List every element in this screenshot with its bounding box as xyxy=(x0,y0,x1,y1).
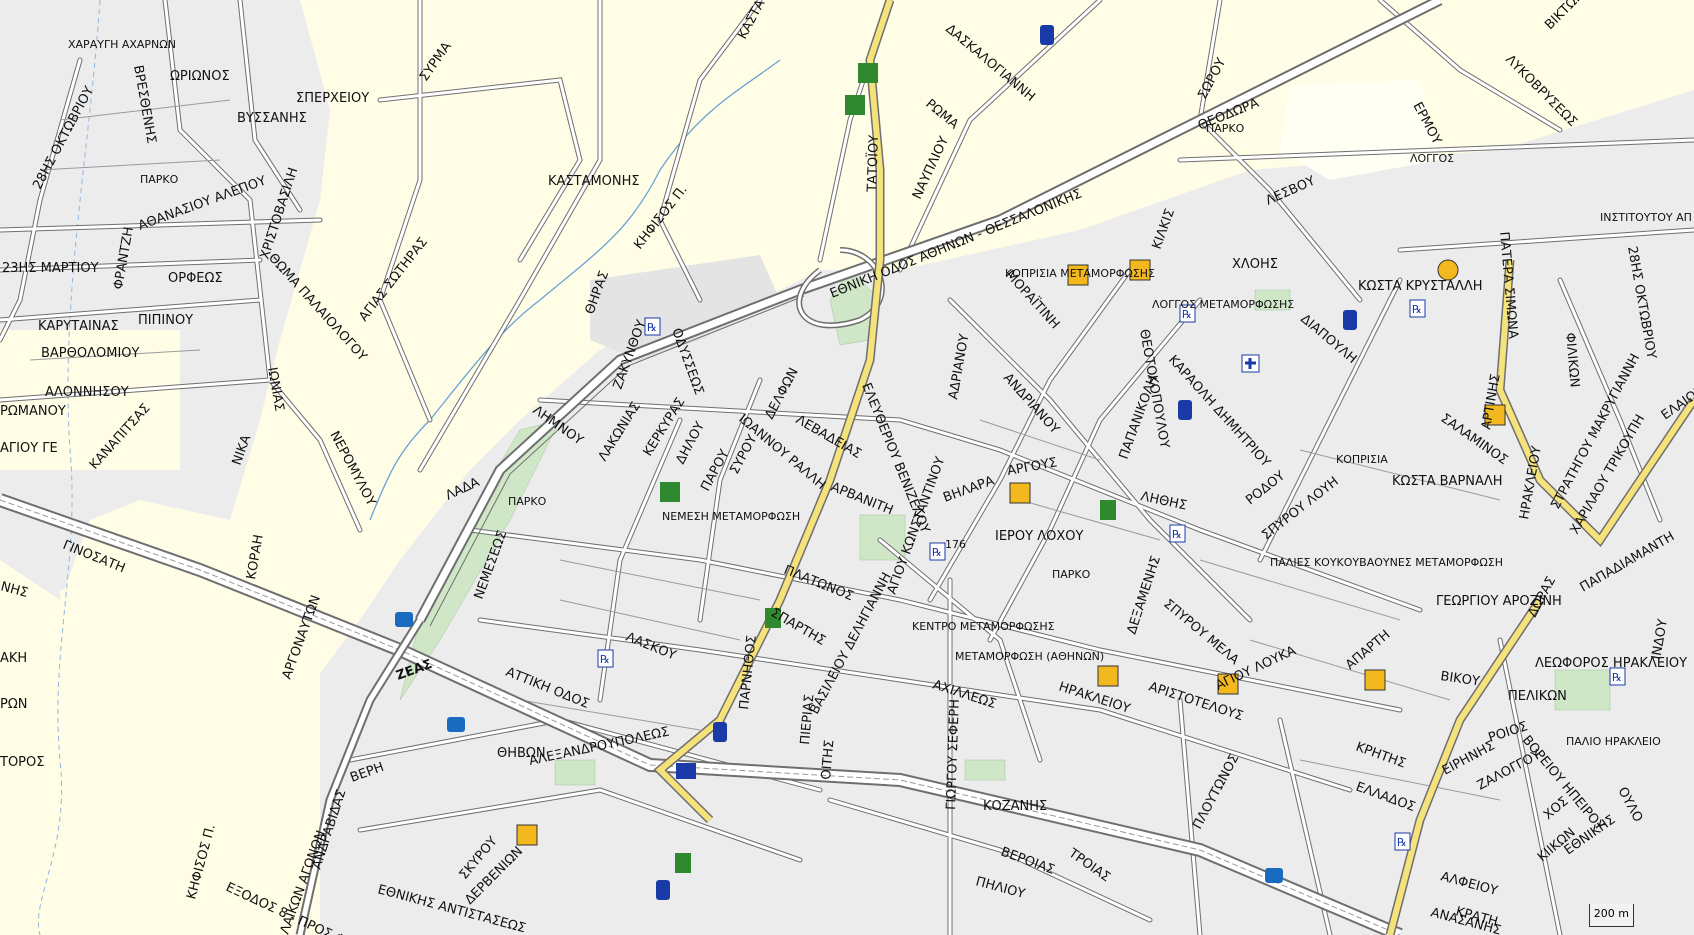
svg-text:℞: ℞ xyxy=(932,546,942,559)
street-label: ΑΛΟΝΝΗΣΟΥ xyxy=(45,385,129,400)
street-label: ΠΕΛΙΚΩΝ xyxy=(1508,689,1567,704)
fuel-station-icon[interactable] xyxy=(1178,400,1192,420)
place-label: ΠΑΡΚΟ xyxy=(1206,122,1245,135)
street-label: ΟΡΦΕΩΣ xyxy=(168,271,223,286)
street-label: ΡΩΜΑΝΟΥ xyxy=(0,404,66,419)
place-label: ΚΟΠΡΙΣΙΑ xyxy=(1336,453,1388,466)
bank-icon[interactable] xyxy=(675,853,691,873)
fuel-station-icon[interactable] xyxy=(713,722,727,742)
place-label: ΙΝΣΤΙΤΟΥΤΟΥ ΑΠ xyxy=(1600,211,1692,224)
place-label: 176 xyxy=(945,538,966,551)
shopping-cart-icon[interactable] xyxy=(1009,482,1031,504)
place-label: ΠΑΛΙΕΣ ΚΟΥΚΟΥΒΑΟΥΝΕΣ ΜΕΤΑΜΟΡΦΩΣΗ xyxy=(1270,556,1503,569)
street-label: ΚΟΖΑΝΗΣ xyxy=(983,799,1047,814)
bus-stop-icon[interactable] xyxy=(676,763,696,779)
street-label: ΩΡΙΩΝΟΣ xyxy=(170,69,230,84)
street-label: ΚΩΣΤΑ ΚΡΥΣΤΑΛΛΗ xyxy=(1358,279,1483,294)
lodging-icon[interactable] xyxy=(660,482,680,502)
place-label: ΠΑΛΙΟ ΗΡΑΚΛΕΙΟ xyxy=(1566,735,1661,748)
place-label: ΛΟΓΓΟΣ xyxy=(1410,152,1454,165)
place-label: ΜΕΤΑΜΟΡΦΩΣΗ (ΑΘΗΝΩΝ) xyxy=(955,650,1104,663)
street-label: ΡΩΝ xyxy=(0,697,28,712)
lodging-icon[interactable] xyxy=(845,95,865,115)
pharmacy-icon[interactable]: ℞ xyxy=(929,542,946,561)
fuel-station-icon[interactable] xyxy=(1040,25,1054,45)
hospital-icon[interactable] xyxy=(1241,354,1260,373)
street-label: ΚΑΣΤΑΜΟΝΗΣ xyxy=(548,174,640,189)
place-label: ΚΕΝΤΡΟ ΜΕΤΑΜΟΡΦΩΣΗΣ xyxy=(912,620,1055,633)
shopping-cart-icon[interactable] xyxy=(516,824,538,846)
map-canvas[interactable]: ℞ ℞ ℞ ℞ ℞ ℞ ℞ ℞ ΧΑΡΑΥΓΗ ΑΧΑΡΝΩΝ ΩΡΙΩΝΟΣ … xyxy=(0,0,1694,935)
bank-icon[interactable] xyxy=(1100,500,1116,520)
street-label: ΤΑΤΟΪΟΥ xyxy=(864,135,882,194)
place-label: ΠΑΡΚΟ xyxy=(508,495,547,508)
svg-text:℞: ℞ xyxy=(600,653,610,666)
camera-icon[interactable] xyxy=(1265,868,1283,883)
place-label: ΠΑΡΚΟ xyxy=(1052,568,1091,581)
scale-bar: 200 m xyxy=(1588,904,1634,927)
place-label: ΛΟΓΓΟΣ ΜΕΤΑΜΟΡΦΩΣΗΣ xyxy=(1152,298,1294,311)
street-label: ΚΩΣΤΑ ΒΑΡΝΑΛΗ xyxy=(1392,474,1503,489)
camera-icon[interactable] xyxy=(395,612,413,627)
pharmacy-icon[interactable]: ℞ xyxy=(1169,524,1186,543)
street-label: 23ΗΣ ΜΑΡΤΙΟΥ xyxy=(2,261,99,276)
street-label: ΙΕΡΟΥ ΛΟΧΟΥ xyxy=(995,529,1083,544)
street-label: ΒΥΣΣΑΝΗΣ xyxy=(237,111,307,126)
street-label: ΧΛΟΗΣ xyxy=(1232,257,1278,272)
pharmacy-icon[interactable]: ℞ xyxy=(1394,832,1411,851)
place-label: ΚΟΠΡΙΣΙΑ ΜΕΤΑΜΟΡΦΩΣΗΣ xyxy=(1005,267,1155,280)
street-label: ΚΑΡΥΤΑΙΝΑΣ xyxy=(38,319,119,334)
pharmacy-icon[interactable]: ℞ xyxy=(597,649,614,668)
svg-text:℞: ℞ xyxy=(1397,836,1407,849)
camera-icon[interactable] xyxy=(447,717,465,732)
svg-text:℞: ℞ xyxy=(1612,671,1622,684)
map-view[interactable]: ℞ ℞ ℞ ℞ ℞ ℞ ℞ ℞ ΧΑΡΑΥΓΗ ΑΧΑΡΝΩΝ ΩΡΙΩΝΟΣ … xyxy=(0,0,1694,935)
street-label: ΘΗΒΩΝ xyxy=(497,746,546,761)
street-label: ΑΚΗ xyxy=(0,651,27,666)
sports-ball-icon[interactable] xyxy=(1437,259,1459,281)
fuel-station-icon[interactable] xyxy=(1343,310,1357,330)
svg-text:℞: ℞ xyxy=(1172,528,1182,541)
shopping-cart-icon[interactable] xyxy=(1364,669,1386,691)
street-label: ΠΙΠΙΝΟΥ xyxy=(138,313,193,328)
lodging-icon[interactable] xyxy=(858,63,878,83)
pharmacy-icon[interactable]: ℞ xyxy=(1409,299,1426,318)
street-label: ΣΠΕΡΧΕΙΟΥ xyxy=(296,91,369,106)
svg-text:℞: ℞ xyxy=(1412,303,1422,316)
street-label: ΑΓΙΟΥ ΓΕ xyxy=(0,441,58,456)
shopping-cart-icon[interactable] xyxy=(1097,665,1119,687)
street-label: ΤΟΡΟΣ xyxy=(0,755,44,770)
street-label: ΒΑΡΘΟΛΟΜΙΟΥ xyxy=(41,346,140,361)
fuel-station-icon[interactable] xyxy=(656,880,670,900)
place-label: ΠΑΡΚΟ xyxy=(140,173,179,186)
place-label: ΝΕΜΕΣΗ ΜΕΤΑΜΟΡΦΩΣΗ xyxy=(662,510,800,523)
street-label: ΧΑΡΑΥΓΗ ΑΧΑΡΝΩΝ xyxy=(68,38,176,51)
